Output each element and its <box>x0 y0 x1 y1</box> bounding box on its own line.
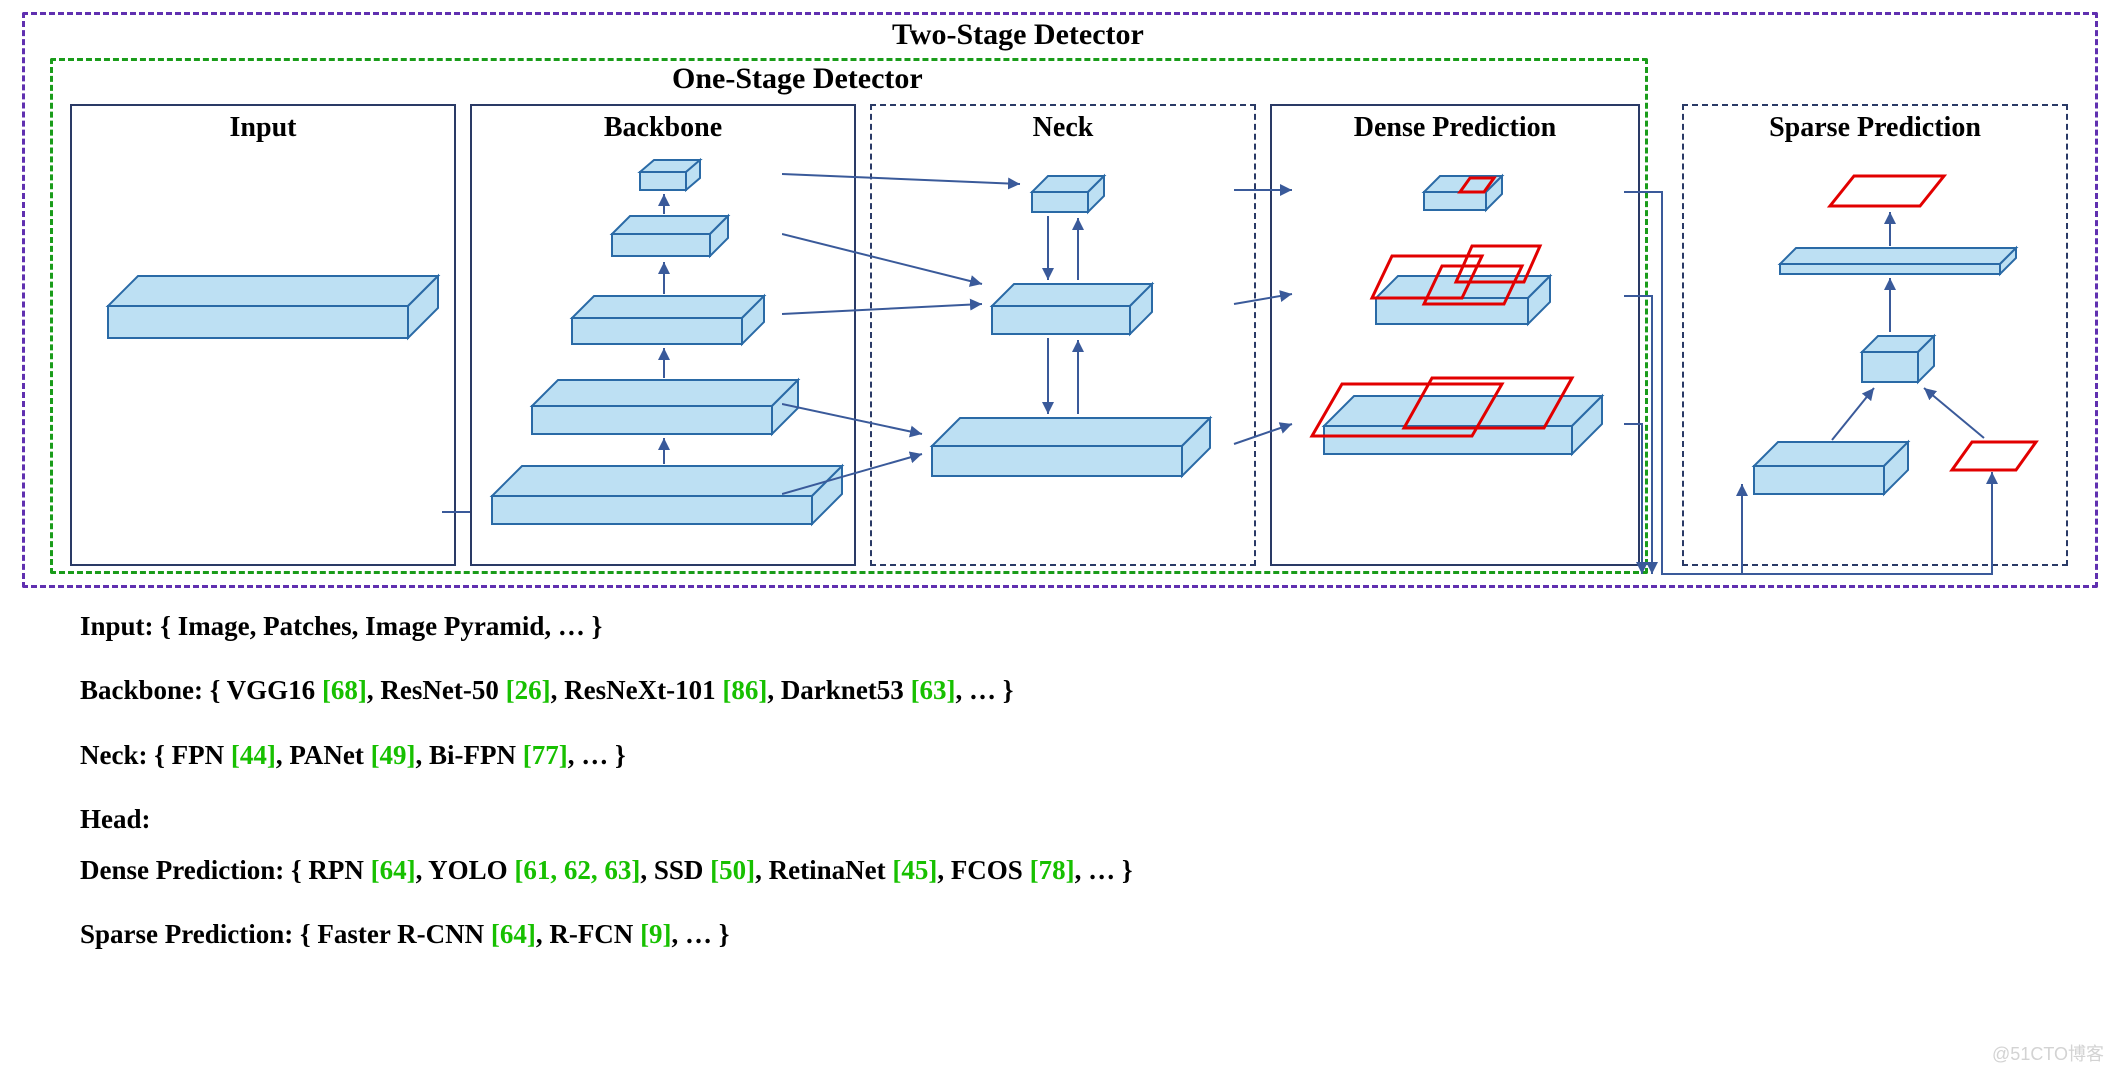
two-stage-label: Two-Stage Detector <box>892 18 1144 52</box>
caption-head: Head: <box>80 803 1980 835</box>
input-svg <box>72 106 458 568</box>
caption-sparse: Sparse Prediction: { Faster R-CNN [64], … <box>80 918 1980 950</box>
one-stage-label: One-Stage Detector <box>672 62 923 96</box>
connector-neck-dense <box>1232 104 1412 566</box>
connector-dense-sparse <box>1622 104 2082 664</box>
caption-neck: Neck: { FPN [44], PANet [49], Bi-FPN [77… <box>80 739 1980 771</box>
input-block: Input <box>70 104 456 566</box>
watermark: @51CTO博客 <box>1992 1040 2104 1066</box>
caption-area: Input: { Image, Patches, Image Pyramid, … <box>80 610 1980 982</box>
caption-backbone: Backbone: { VGG16 [68], ResNet-50 [26], … <box>80 674 1980 706</box>
connector-backbone-neck <box>782 104 1282 566</box>
caption-dense: Dense Prediction: { RPN [64], YOLO [61, … <box>80 854 1980 886</box>
diagram-area: Two-Stage Detector One-Stage Detector In… <box>22 12 2102 592</box>
input-title: Input <box>72 112 454 144</box>
caption-input: Input: { Image, Patches, Image Pyramid, … <box>80 610 1980 642</box>
